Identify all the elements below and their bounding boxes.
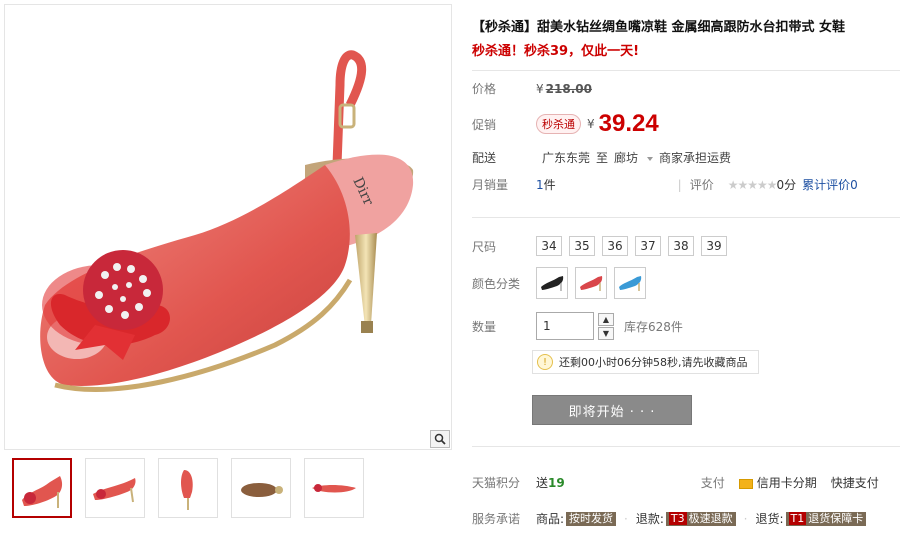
- coming-soon-button[interactable]: 即将开始 · · ·: [532, 395, 692, 425]
- color-row: 颜色分类: [472, 267, 653, 299]
- product-title: 【秒杀通】甜美水钻丝绸鱼嘴凉鞋 金属细高跟防水台扣带式 女鞋: [472, 20, 846, 35]
- countdown-text: 还剩00小时06分钟58秒,请先收藏商品: [559, 356, 748, 369]
- shipping-fee: 商家承担运费: [659, 151, 732, 165]
- current-price: 39.24: [598, 110, 659, 137]
- currency-symbol: ¥: [536, 81, 544, 96]
- return-guarantee-label: 退货保障卡: [808, 511, 864, 525]
- thumbnail-4[interactable]: [231, 458, 291, 518]
- size-option-36[interactable]: 36: [602, 236, 628, 256]
- main-product-image[interactable]: Dirr: [4, 4, 452, 450]
- chevron-down-icon: [647, 156, 654, 161]
- shoe-image: Dirr: [40, 50, 414, 392]
- separator: ·: [624, 511, 628, 526]
- separator: |: [677, 177, 682, 192]
- divider: [472, 217, 900, 218]
- size-label: 尺码: [472, 239, 497, 254]
- thumbnail-2[interactable]: [85, 458, 145, 518]
- price-row: 价格 ¥218.00: [472, 80, 592, 97]
- color-swatch-red[interactable]: [575, 267, 607, 299]
- points-label: 天猫积分: [472, 476, 521, 490]
- original-price: ¥218.00: [536, 82, 592, 96]
- stock-count: 库存628件: [624, 319, 683, 334]
- t3-badge: T3: [668, 511, 687, 525]
- size-option-39[interactable]: 39: [701, 236, 727, 256]
- monthly-sales-unit: 件: [543, 178, 556, 192]
- service-label: 服务承诺: [472, 512, 521, 526]
- goods-label: 商品:: [536, 512, 565, 526]
- color-swatch-black[interactable]: [536, 267, 568, 299]
- size-option-37[interactable]: 37: [635, 236, 661, 256]
- size-option-38[interactable]: 38: [668, 236, 694, 256]
- credit-installment[interactable]: 信用卡分期: [738, 474, 817, 491]
- divider: [472, 446, 900, 447]
- refund-label: 退款:: [635, 512, 664, 526]
- promo-line: 秒杀通！秒杀39，仅此一天!: [472, 44, 640, 59]
- color-label: 颜色分类: [472, 276, 521, 291]
- thumbnail-1[interactable]: [12, 458, 72, 518]
- fast-refund-label: 极速退款: [688, 511, 733, 525]
- rating-label: 评价: [689, 178, 714, 192]
- rating-score: 0分: [776, 178, 797, 192]
- color-swatch-blue[interactable]: [614, 267, 646, 299]
- quick-pay[interactable]: 快捷支付: [831, 474, 879, 491]
- price-label: 价格: [472, 82, 497, 96]
- thumbnail-3[interactable]: [158, 458, 218, 518]
- fast-refund-badge: T3 极速退款: [665, 511, 736, 526]
- quantity-label: 数量: [472, 319, 497, 334]
- return-label: 退货:: [755, 512, 784, 526]
- monthly-sales-label: 月销量: [472, 178, 509, 192]
- points-value: 19: [548, 475, 565, 490]
- shipping-row: 配送 广东东莞 至 廊坊 商家承担运费: [472, 149, 737, 166]
- ship-to-dropdown[interactable]: 廊坊: [614, 149, 654, 166]
- on-time-shipping-badge: 按时发货: [566, 511, 617, 526]
- size-option-34[interactable]: 34: [536, 236, 562, 256]
- lightbulb-icon: !: [537, 354, 553, 370]
- quantity-input[interactable]: [536, 312, 594, 340]
- decrease-button[interactable]: ▼: [598, 326, 614, 340]
- quantity-row: 数量 ▲ ▼ 库存628件: [472, 312, 683, 340]
- currency-symbol: ¥: [587, 117, 595, 131]
- promotion-row: 促销 秒杀通 ¥ 39.24: [472, 110, 659, 138]
- points-prefix: 送: [536, 476, 549, 490]
- t1-badge: T1: [788, 511, 807, 525]
- cumulative-reviews-link[interactable]: 累计评价0: [802, 176, 858, 193]
- promotion-label: 促销: [472, 117, 497, 132]
- separator: ·: [743, 511, 748, 526]
- original-price-value: 218.00: [545, 81, 592, 96]
- ship-to-word: 至: [596, 151, 609, 165]
- thumbnail-5[interactable]: [304, 458, 364, 518]
- credit-installment-label: 信用卡分期: [756, 476, 817, 490]
- rating-stars: ★★★★★: [727, 177, 778, 192]
- flash-sale-badge: 秒杀通: [536, 114, 581, 134]
- return-guarantee-badge: T1 退货保障卡: [785, 511, 867, 526]
- service-row: 服务承诺 商品: 按时发货 · 退款: T3 极速退款 · 退货: T1 退货保障卡: [472, 510, 867, 527]
- divider: [472, 70, 900, 71]
- points-row: 天猫积分 送 19 支付 信用卡分期 快捷支付: [472, 474, 900, 491]
- thumbnail-strip: [12, 458, 452, 522]
- size-option-35[interactable]: 35: [569, 236, 595, 256]
- zoom-icon[interactable]: [430, 430, 450, 448]
- product-info-panel: 【秒杀通】甜美水钻丝绸鱼嘴凉鞋 金属细高跟防水台扣带式 女鞋 秒杀通！秒杀39，…: [468, 0, 900, 533]
- ship-to: 廊坊: [614, 151, 639, 165]
- shipping-label: 配送: [472, 151, 497, 165]
- quantity-stepper: ▲ ▼: [598, 312, 614, 340]
- size-row: 尺码 34 35 36 37 38 39: [472, 236, 734, 256]
- monthly-sales-count: 1: [536, 177, 544, 192]
- countdown-notice: ! 还剩00小时06分钟58秒,请先收藏商品: [532, 350, 759, 374]
- increase-button[interactable]: ▲: [598, 312, 614, 326]
- credit-card-icon: [738, 478, 753, 489]
- sales-row: 月销量 1件 | 评价 ★★★★★ 0分 累计评价0: [472, 176, 858, 193]
- ship-from: 广东东莞: [542, 151, 591, 165]
- pay-label: 支付: [700, 476, 725, 490]
